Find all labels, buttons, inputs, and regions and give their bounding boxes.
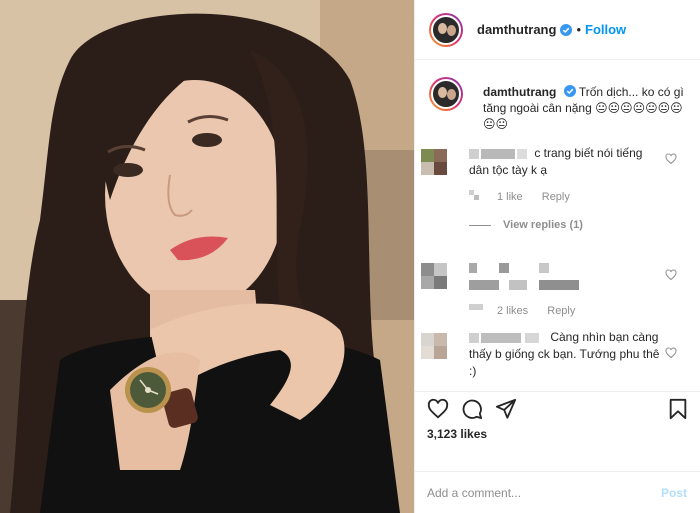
- comment-body: Càng nhìn bạn càng thấy b giống ck bạn. …: [469, 329, 665, 380]
- header-username[interactable]: damthutrang: [477, 22, 556, 37]
- caption-username[interactable]: damthutrang: [483, 85, 556, 99]
- view-replies-button[interactable]: View replies (1): [469, 219, 583, 231]
- profile-avatar[interactable]: [429, 12, 463, 47]
- blurred-username[interactable]: [469, 148, 531, 159]
- heart-icon[interactable]: [427, 398, 449, 420]
- reply-button[interactable]: Reply: [542, 191, 570, 203]
- pixelated-avatar[interactable]: [421, 149, 447, 175]
- comment-body: c trang biết nói tiếng dân tộc tày k ạ: [469, 145, 665, 179]
- verified-badge-icon: [560, 23, 573, 36]
- comment-likes[interactable]: 2 likes: [497, 305, 528, 317]
- comment-meta: 2 likes Reply: [469, 304, 575, 317]
- blurred-comment-text: [469, 262, 569, 273]
- post-comment-button[interactable]: Post: [661, 486, 687, 500]
- follow-button[interactable]: Follow: [585, 22, 626, 37]
- view-replies-label: View replies (1): [503, 219, 583, 231]
- caption-avatar[interactable]: [429, 77, 463, 111]
- verified-badge-icon: [563, 85, 576, 97]
- post-photo[interactable]: [0, 0, 414, 513]
- comments-list[interactable]: damthutrang Trốn dịch... ko có gì tăng n…: [415, 61, 700, 391]
- comment-icon[interactable]: [461, 398, 483, 420]
- share-icon[interactable]: [495, 398, 517, 420]
- pixelated-avatar[interactable]: [421, 263, 447, 289]
- comment-meta: 1 like Reply: [469, 190, 570, 203]
- blurred-time: [469, 304, 483, 314]
- blurred-username[interactable]: [469, 332, 547, 343]
- blurred-time: [469, 190, 481, 200]
- blurred-comment-text: [469, 279, 619, 290]
- caption-text-block: damthutrang Trốn dịch... ko có gì tăng n…: [483, 84, 687, 132]
- pixelated-avatar[interactable]: [421, 333, 447, 359]
- bookmark-icon[interactable]: [667, 398, 689, 420]
- post-actions: 3,123 likes: [415, 391, 700, 471]
- reply-button[interactable]: Reply: [547, 305, 575, 317]
- comment-like-heart-icon[interactable]: [665, 153, 677, 165]
- comment-like-heart-icon[interactable]: [665, 347, 677, 359]
- selfie-illustration: [0, 0, 414, 513]
- comment-input[interactable]: [427, 485, 647, 500]
- add-comment-bar: Post: [415, 471, 700, 513]
- post-header: damthutrang • Follow: [415, 0, 700, 60]
- comment-like-heart-icon[interactable]: [665, 269, 677, 281]
- comment-likes[interactable]: 1 like: [497, 191, 523, 203]
- like-count[interactable]: 3,123 likes: [427, 427, 487, 441]
- post-side-panel: damthutrang • Follow damthutrang Trốn dị…: [414, 0, 700, 513]
- comment-body: [469, 259, 665, 293]
- separator-dot: •: [576, 22, 582, 37]
